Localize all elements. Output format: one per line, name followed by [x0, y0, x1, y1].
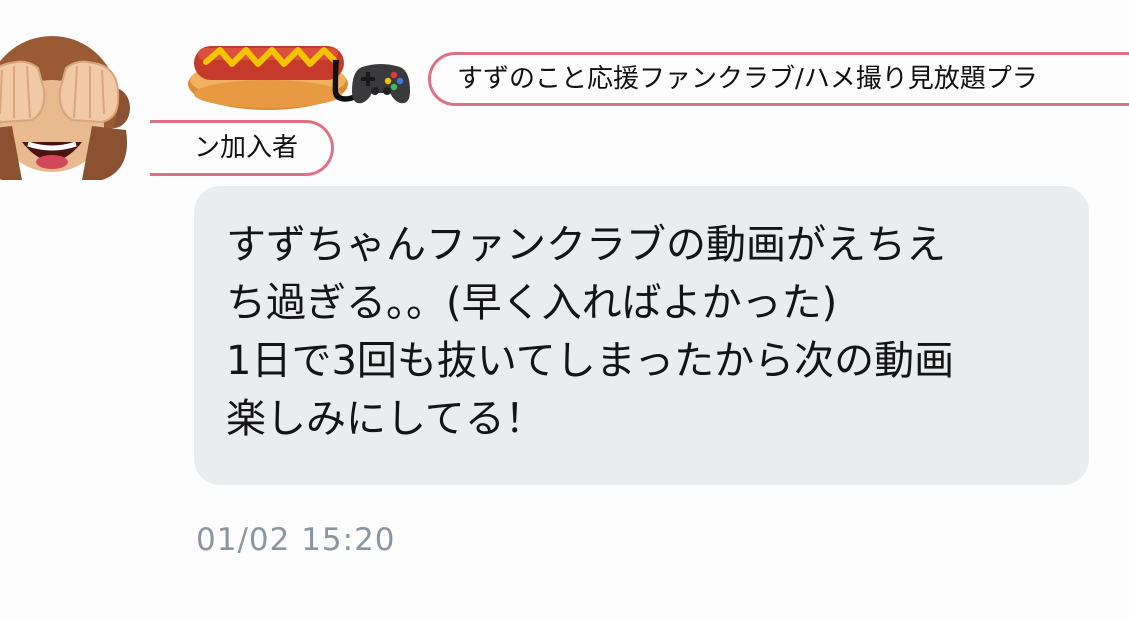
message-line: すずちゃんファンクラブの動画がえちえ — [226, 222, 946, 268]
see-no-evil-monkey-icon[interactable] — [0, 30, 132, 180]
message-line: 楽しみにしてる！ — [226, 396, 545, 442]
video-game-controller-icon — [352, 64, 410, 104]
message-timestamp: 01/02 15:20 — [196, 522, 396, 558]
message-line: ち過ぎる。。(早く入ればよかった) — [226, 280, 838, 326]
membership-badge[interactable]: すずのこと応援ファンクラブ/ハメ撮り見放題プラ — [428, 52, 1129, 106]
message-bubble[interactable]: すずちゃんファンクラブの動画がえちえ ち過ぎる。。(早く入ればよかった) 1日で… — [194, 186, 1089, 485]
membership-badge-continued[interactable]: ン加入者 — [150, 120, 334, 176]
chat-message-view: し すずのこと応援ファンクラブ/ハメ撮り見放題プラ ン加入者 すずちゃんファンク… — [0, 0, 1129, 618]
message-line: 1日で3回も抜いてしまったから次の動画 — [226, 338, 955, 384]
